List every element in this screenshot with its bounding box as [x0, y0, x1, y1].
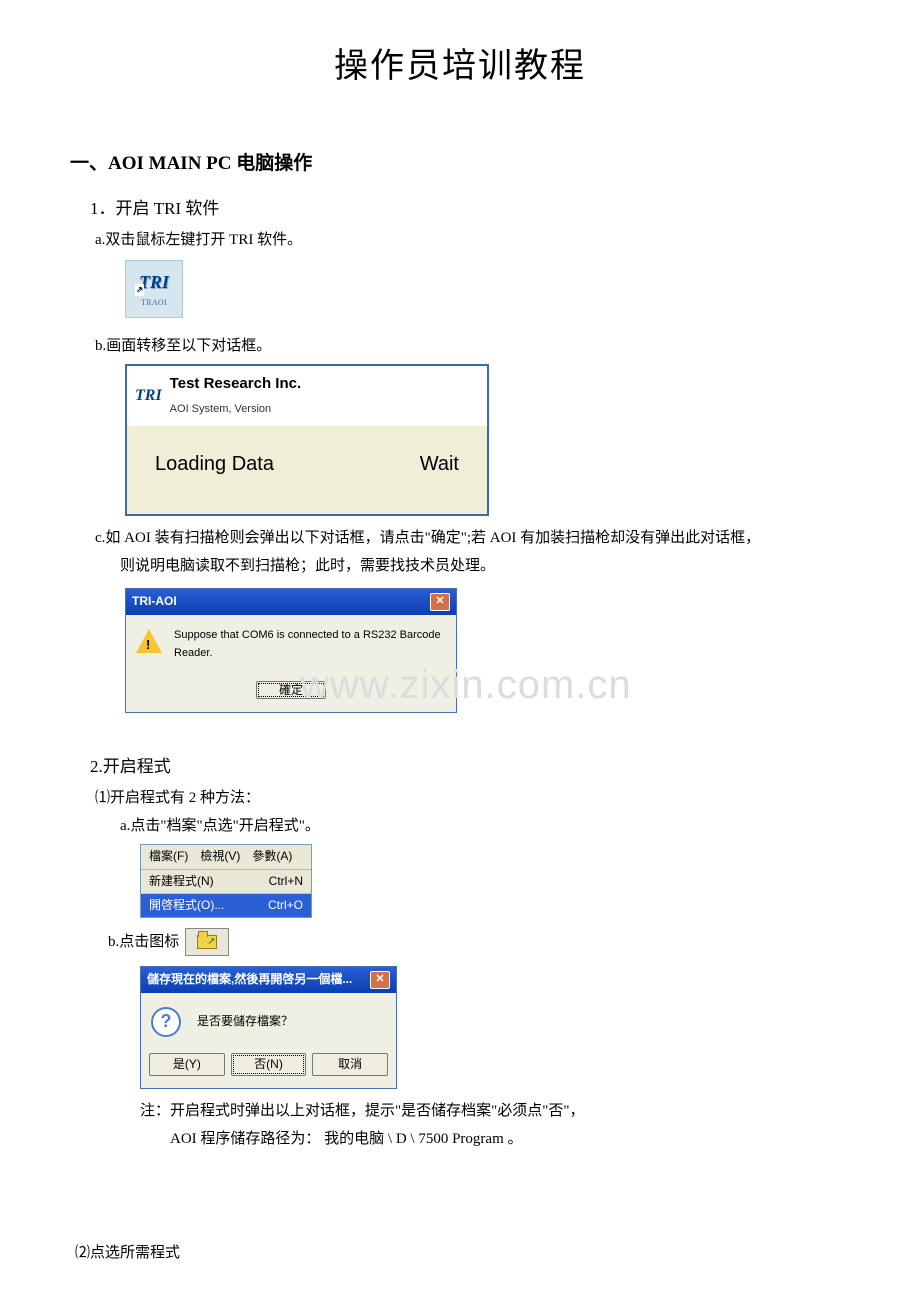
close-icon[interactable]: ✕	[430, 593, 450, 611]
menu-view[interactable]: 檢視(V)	[200, 847, 240, 866]
triaoi-titlebar: TRI-AOI ✕	[126, 589, 456, 615]
loading-header: TRI Test Research Inc. AOI System, Versi…	[127, 366, 487, 426]
cancel-button[interactable]: 取消	[312, 1053, 388, 1076]
open-toolbar-button[interactable]	[185, 928, 229, 956]
note-2: AOI 程序储存路径为： 我的电脑 \ D \ 7500 Program 。	[170, 1127, 850, 1151]
loading-body: Loading Data Wait	[127, 426, 487, 514]
step-2b-row: b.点击图标	[108, 928, 850, 956]
menu-file[interactable]: 檔案(F)	[149, 847, 188, 866]
loading-dialog: TRI Test Research Inc. AOI System, Versi…	[125, 364, 489, 516]
triaoi-dialog: TRI-AOI ✕ Suppose that COM6 is connected…	[125, 588, 457, 713]
close-icon[interactable]: ✕	[370, 971, 390, 989]
triaoi-message: Suppose that COM6 is connected to a RS23…	[174, 627, 446, 662]
menu-new-label: 新建程式(N)	[149, 872, 214, 891]
menu-new-shortcut: Ctrl+N	[269, 872, 303, 891]
file-menu: 檔案(F) 檢視(V) 參數(A) 新建程式(N) Ctrl+N 開啓程式(O)…	[140, 844, 312, 918]
save-titlebar: 儲存現在的檔案,然後再開啓另一個檔... ✕	[141, 967, 396, 993]
tri-icon-label: TRAOI	[141, 297, 167, 310]
loading-wait: Wait	[420, 448, 459, 480]
save-button-row: 是(Y) 否(N) 取消	[141, 1045, 396, 1088]
step-2b-text: b.点击图标	[108, 930, 179, 954]
menu-item-open[interactable]: 開啓程式(O)... Ctrl+O	[141, 894, 311, 917]
loading-status: Loading Data	[155, 448, 274, 480]
tri-logo-icon: TRI	[139, 268, 169, 297]
warning-icon	[136, 629, 162, 653]
loading-subtitle: AOI System, Version	[170, 403, 271, 415]
triaoi-button-row: 確定	[126, 672, 456, 712]
folder-open-icon	[197, 935, 217, 949]
question-icon: ?	[151, 1007, 181, 1037]
save-title: 儲存現在的檔案,然後再開啓另一個檔...	[147, 970, 352, 989]
tri-brand-icon: TRI	[135, 383, 162, 409]
menu-bar: 檔案(F) 檢視(V) 參數(A)	[141, 845, 311, 869]
ok-button[interactable]: 確定	[256, 681, 326, 699]
page-title: 操作员培训教程	[70, 40, 850, 94]
step-2a-text: a.点击"档案"点选"开启程式"。	[120, 814, 850, 838]
save-prompt-dialog: 儲存現在的檔案,然後再開啓另一個檔... ✕ ? 是否要儲存檔案？ 是(Y) 否…	[140, 966, 397, 1089]
yes-button[interactable]: 是(Y)	[149, 1053, 225, 1076]
save-message: 是否要儲存檔案？	[197, 1012, 293, 1031]
step-1b-text: b.画面转移至以下对话框。	[95, 334, 850, 358]
section-1-heading: 一、AOI MAIN PC 电脑操作	[70, 149, 850, 179]
step-1-heading: 1．开启 TRI 软件	[90, 195, 850, 222]
save-body: ? 是否要儲存檔案？	[141, 993, 396, 1045]
step-2-sub1: ⑴开启程式有 2 种方法：	[95, 786, 850, 810]
tri-desktop-icon[interactable]: TRI TRAOI	[125, 260, 183, 318]
triaoi-body: Suppose that COM6 is connected to a RS23…	[126, 615, 456, 672]
note-1: 注：开启程式时弹出以上对话框，提示"是否储存档案"必须点"否"，	[140, 1099, 850, 1123]
step-1a-text: a.双击鼠标左键打开 TRI 软件。	[95, 228, 850, 252]
loading-title: Test Research Inc.	[170, 375, 301, 392]
menu-params[interactable]: 參數(A)	[252, 847, 292, 866]
menu-item-new[interactable]: 新建程式(N) Ctrl+N	[141, 870, 311, 894]
step-2-sub2: ⑵点选所需程式	[75, 1241, 850, 1265]
menu-open-label: 開啓程式(O)...	[149, 896, 224, 915]
step-1c-text-2: 则说明电脑读取不到扫描枪；此时，需要找技术员处理。	[120, 554, 850, 578]
step-2-heading: 2.开启程式	[90, 753, 850, 780]
triaoi-title: TRI-AOI	[132, 592, 177, 611]
no-button[interactable]: 否(N)	[231, 1053, 307, 1076]
step-1c-text-1: c.如 AOI 装有扫描枪则会弹出以下对话框，请点击"确定";若 AOI 有加装…	[95, 526, 850, 550]
menu-open-shortcut: Ctrl+O	[268, 896, 303, 915]
